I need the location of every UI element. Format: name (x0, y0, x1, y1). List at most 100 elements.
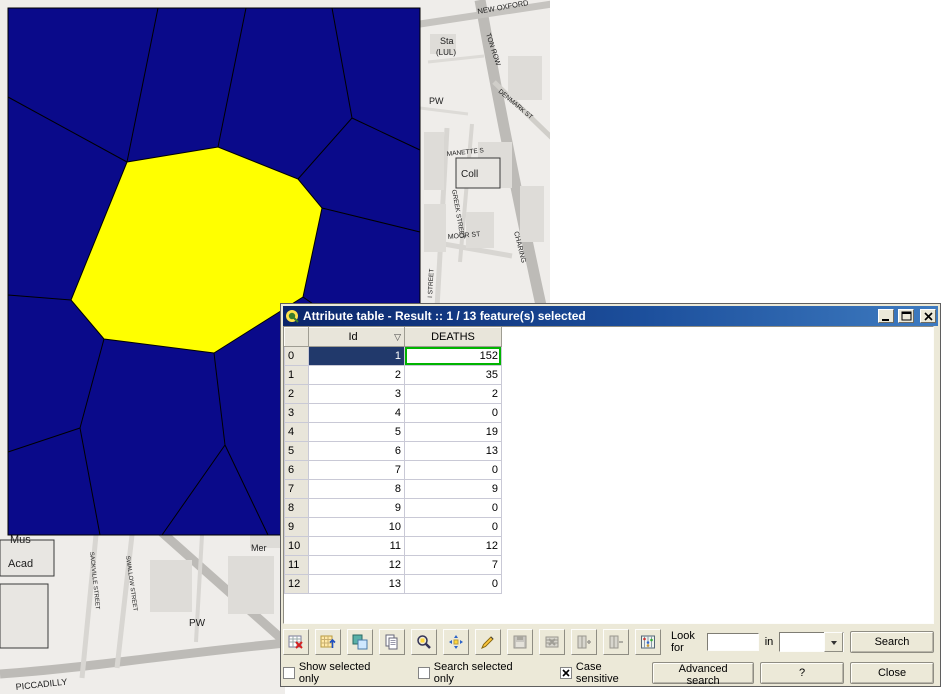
cell-deaths[interactable]: 19 (405, 423, 502, 442)
close-window-button[interactable] (920, 309, 936, 323)
table-row: 890 (285, 499, 502, 518)
street-label: Coll (461, 169, 478, 180)
window-title: Attribute table - Result :: 1 / 13 featu… (303, 309, 874, 323)
street-label: Acad (8, 558, 33, 570)
column-header-id[interactable]: Id ▽ (309, 328, 405, 347)
invert-selection-button[interactable] (347, 629, 373, 655)
show-selected-only-checkbox[interactable]: Show selected only (283, 661, 392, 685)
cell-id[interactable]: 8 (309, 480, 405, 499)
delete-column-button[interactable] (603, 629, 629, 655)
row-header[interactable]: 4 (285, 423, 309, 442)
row-header[interactable]: 2 (285, 385, 309, 404)
row-header[interactable]: 8 (285, 499, 309, 518)
row-header[interactable]: 3 (285, 404, 309, 423)
unselect-all-button[interactable] (283, 629, 309, 655)
table-row: 232 (285, 385, 502, 404)
column-header-deaths-label: DEATHS (431, 331, 475, 343)
row-header[interactable]: 6 (285, 461, 309, 480)
cell-deaths[interactable]: 2 (405, 385, 502, 404)
save-edits-button[interactable] (507, 629, 533, 655)
table-row: 01152 (285, 347, 502, 366)
cell-id[interactable]: 1 (309, 347, 405, 366)
cell-deaths[interactable]: 0 (405, 575, 502, 594)
cell-deaths[interactable]: 13 (405, 442, 502, 461)
table-row: 9100 (285, 518, 502, 537)
cell-id[interactable]: 5 (309, 423, 405, 442)
cell-deaths[interactable]: 0 (405, 499, 502, 518)
table-row: 1235 (285, 366, 502, 385)
table-row: 670 (285, 461, 502, 480)
attribute-table: Id ▽ DEATHS 01152 1235 232 340 4519 5613 (284, 327, 502, 594)
cell-id[interactable]: 6 (309, 442, 405, 461)
search-selected-only-checkbox[interactable]: Search selected only (418, 661, 534, 685)
maximize-button[interactable] (898, 309, 914, 323)
cell-deaths[interactable]: 12 (405, 537, 502, 556)
move-selection-to-top-button[interactable] (315, 629, 341, 655)
cell-id[interactable]: 9 (309, 499, 405, 518)
row-header[interactable]: 11 (285, 556, 309, 575)
search-selected-only-label: Search selected only (434, 661, 535, 685)
cell-id[interactable]: 13 (309, 575, 405, 594)
row-header[interactable]: 7 (285, 480, 309, 499)
row-header[interactable]: 10 (285, 537, 309, 556)
cell-deaths[interactable]: 35 (405, 366, 502, 385)
cell-id[interactable]: 2 (309, 366, 405, 385)
attribute-table-area: Id ▽ DEATHS 01152 1235 232 340 4519 5613 (283, 326, 934, 624)
column-header-deaths[interactable]: DEATHS (405, 328, 502, 347)
cell-deaths-current[interactable]: 152 (405, 347, 502, 366)
cell-id[interactable]: 12 (309, 556, 405, 575)
zoom-to-selection-button[interactable] (411, 629, 437, 655)
look-for-label: Look for (671, 630, 701, 654)
cell-deaths[interactable]: 0 (405, 461, 502, 480)
field-select-dropdown[interactable] (779, 632, 844, 652)
delete-selected-button[interactable] (539, 629, 565, 655)
field-calculator-button[interactable] (635, 629, 661, 655)
copy-selected-rows-button[interactable] (379, 629, 405, 655)
street-label: Sta (440, 36, 454, 46)
table-corner-cell[interactable] (285, 328, 309, 347)
cell-id[interactable]: 10 (309, 518, 405, 537)
cell-deaths[interactable]: 0 (405, 518, 502, 537)
street-label: PW (189, 618, 206, 629)
row-header[interactable]: 9 (285, 518, 309, 537)
look-for-input[interactable] (707, 633, 759, 651)
cell-deaths[interactable]: 7 (405, 556, 502, 575)
titlebar[interactable]: Attribute table - Result :: 1 / 13 featu… (283, 306, 938, 326)
cell-id[interactable]: 3 (309, 385, 405, 404)
advanced-search-button[interactable]: Advanced search (652, 662, 754, 684)
toggle-editing-button[interactable] (475, 629, 501, 655)
row-header[interactable]: 1 (285, 366, 309, 385)
show-selected-only-label: Show selected only (299, 661, 392, 685)
cell-deaths[interactable]: 9 (405, 480, 502, 499)
pan-to-selection-button[interactable] (443, 629, 469, 655)
minimize-button[interactable] (878, 309, 894, 323)
attribute-table-window: Attribute table - Result :: 1 / 13 featu… (280, 303, 941, 687)
cell-deaths[interactable]: 0 (405, 404, 502, 423)
street-label: Mus (10, 534, 31, 546)
case-sensitive-checkbox[interactable]: Case sensitive (560, 661, 646, 685)
table-row: 340 (285, 404, 502, 423)
street-label: Mer (251, 543, 267, 553)
checkbox-checked-icon (560, 667, 572, 679)
help-button[interactable]: ? (760, 662, 844, 684)
row-header[interactable]: 5 (285, 442, 309, 461)
case-sensitive-label: Case sensitive (576, 661, 646, 685)
cell-id[interactable]: 7 (309, 461, 405, 480)
street-label: (LUL) (436, 48, 456, 57)
search-button[interactable]: Search (850, 631, 934, 653)
cell-id[interactable]: 11 (309, 537, 405, 556)
close-button[interactable]: Close (850, 662, 934, 684)
table-row: 12130 (285, 575, 502, 594)
row-header[interactable]: 12 (285, 575, 309, 594)
cell-id[interactable]: 4 (309, 404, 405, 423)
table-row: 4519 (285, 423, 502, 442)
attribute-table-toolbar: Look for in Search (283, 628, 934, 656)
new-column-button[interactable] (571, 629, 597, 655)
dropdown-button[interactable] (824, 632, 843, 652)
row-header[interactable]: 0 (285, 347, 309, 366)
column-header-id-label: Id (348, 331, 357, 343)
street-label: PW (429, 96, 444, 106)
in-label: in (765, 636, 774, 648)
table-row: 789 (285, 480, 502, 499)
desktop: NEW OXFORD TON ROW Sta (LUL) PW DENMARK … (0, 0, 950, 694)
